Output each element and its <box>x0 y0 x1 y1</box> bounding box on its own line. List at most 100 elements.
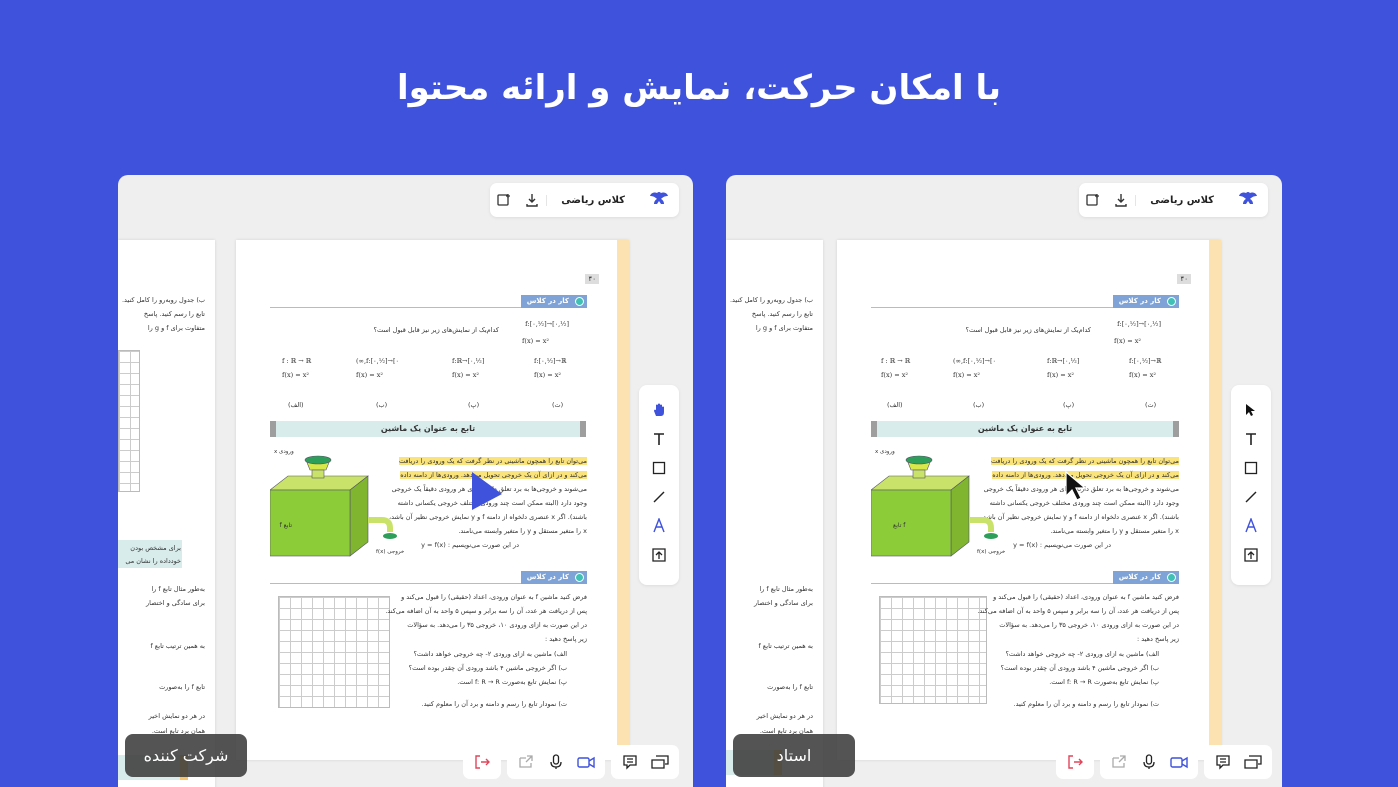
chat-icon[interactable] <box>615 745 645 779</box>
rectangle-tool-icon[interactable] <box>1231 453 1271 482</box>
formula: f(x) = x² <box>1114 337 1141 345</box>
option-formula: f:[۰,½]→[۰,∞) <box>356 357 400 365</box>
section-band: تابع به عنوان یک ماشین <box>871 421 1179 437</box>
divider <box>871 583 1141 584</box>
layout-icon[interactable] <box>645 745 675 779</box>
intro-text: کدام‌یک از نمایش‌های زیر نیز قابل قبول ا… <box>373 326 499 334</box>
upload-icon[interactable] <box>1231 540 1271 569</box>
share-screen-icon[interactable] <box>511 745 541 779</box>
microphone-icon[interactable] <box>1134 745 1164 779</box>
exercise-line: ب) اگر خروجی ماشین ۴ باشد ورودی آن چقدر … <box>408 664 567 672</box>
upload-icon[interactable] <box>639 540 679 569</box>
camera-icon[interactable] <box>571 745 601 779</box>
book-page: ۴۰ کار در کلاس کدام‌یک از نمایش‌های زیر … <box>837 240 1221 760</box>
coordinate-grid <box>278 596 390 708</box>
exercise-line: زیر پاسخ دهید : <box>1136 635 1179 643</box>
option-formula: f(x) = x² <box>953 371 980 379</box>
side-grid <box>118 350 140 492</box>
line-tool-icon[interactable] <box>1231 482 1271 511</box>
highlight-text-icon[interactable] <box>639 511 679 540</box>
exit-icon[interactable] <box>467 745 497 779</box>
choice-label: (ت) <box>552 401 564 409</box>
exercise-line: فرض کنید ماشین f به عنوان ورودی، اعداد (… <box>993 593 1179 601</box>
option-formula: f:[۰,½]→ℝ <box>1129 357 1162 365</box>
option-formula: f:ℝ→[۰,½] <box>452 357 485 365</box>
exercise-line: پ) نمایش تابع به‌صورت f: R → R است. <box>457 678 567 686</box>
line-tool-icon[interactable] <box>639 482 679 511</box>
exit-icon[interactable] <box>1060 745 1090 779</box>
input-label: ورودی x <box>875 449 895 455</box>
bottom-toolbar <box>1056 745 1272 779</box>
page-number: ۴۰ <box>1177 274 1191 284</box>
side-text: برای سادگی و اختصار <box>753 599 813 607</box>
exercise-line: الف) ماشین به ازای ورودی ۲- چه خروجی خوا… <box>413 650 567 658</box>
class-title: کلاس ریاضی <box>546 194 639 206</box>
share-screen-icon[interactable] <box>1104 745 1134 779</box>
top-toolbar: کلاس ریاضی <box>1079 183 1268 217</box>
cursor-tool-icon[interactable] <box>1231 395 1271 424</box>
role-badge-participant: شرکت کننده <box>125 734 247 777</box>
add-screen-icon[interactable] <box>1079 183 1107 217</box>
chat-icon[interactable] <box>1208 745 1238 779</box>
side-text: در هر دو نمایش اخیر <box>756 712 813 720</box>
exercise-line: ب) اگر خروجی ماشین ۴ باشد ورودی آن چقدر … <box>1000 664 1159 672</box>
choice-label: (ب) <box>376 401 388 409</box>
function-machine-illustration: تابع f <box>871 455 998 557</box>
option-formula: f(x) = x² <box>356 371 383 379</box>
option-formula: f:[۰,½]→ℝ <box>534 357 567 365</box>
side-text: به همین ترتیب تابع f <box>150 642 205 650</box>
section-tag: کار در کلاس <box>520 295 587 308</box>
book-page: ۴۰ کار در کلاس کدام‌یک از نمایش‌های زیر … <box>236 240 629 760</box>
divider <box>871 307 1141 308</box>
input-label: ورودی x <box>274 449 294 455</box>
text-tool-icon[interactable] <box>1231 424 1271 453</box>
choice-label: (الف) <box>288 401 304 409</box>
add-screen-icon[interactable] <box>490 183 518 217</box>
choice-label: (ب) <box>973 401 985 409</box>
side-text: متفاوت برای f و g را <box>755 324 813 332</box>
mouse-cursor-icon <box>1065 470 1087 501</box>
section-tag: کار در کلاس <box>1112 571 1179 584</box>
formula: f(x) = x² <box>522 337 549 345</box>
side-text: تابع را رسم کنید. پاسخ <box>143 310 205 318</box>
page-stripe <box>1209 240 1221 760</box>
page-stripe <box>617 240 629 760</box>
choice-label: (پ) <box>1063 401 1075 409</box>
option-formula: f : ℝ → ℝ <box>881 357 911 365</box>
paragraph-line: باشند). اگر x عنصری دلخواه از دامنه f و … <box>388 513 587 521</box>
drawing-toolbar <box>1231 385 1271 585</box>
exercise-line: زیر پاسخ دهید : <box>544 635 587 643</box>
paragraph-line: می‌توان تابع را همچون ماشینی در نظر گرفت… <box>399 457 587 465</box>
pointer-icon <box>472 472 502 510</box>
text-tool-icon[interactable] <box>639 424 679 453</box>
previous-page: ب) جدول روبه‌رو را کامل کنید. تابع را رس… <box>118 240 215 787</box>
highlight-text-icon[interactable] <box>1231 511 1271 540</box>
exercise-line: ت) نمودار تابع را رسم و دامنه و برد آن ر… <box>421 700 568 708</box>
option-formula: f(x) = x² <box>1047 371 1074 379</box>
svg-text:تابع f: تابع f <box>280 522 293 529</box>
layout-icon[interactable] <box>1238 745 1268 779</box>
side-text: تابع را رسم کنید. پاسخ <box>751 310 813 318</box>
drawing-toolbar <box>639 385 679 585</box>
microphone-icon[interactable] <box>541 745 571 779</box>
download-icon[interactable] <box>518 183 546 217</box>
exercise-line: پس از دریافت هر عدد، آن را سه برابر و سپ… <box>385 607 587 615</box>
option-formula: f(x) = x² <box>282 371 309 379</box>
top-toolbar: کلاس ریاضی <box>490 183 679 217</box>
side-text: برای سادگی و اختصار <box>145 599 205 607</box>
camera-icon[interactable] <box>1164 745 1194 779</box>
paragraph-line: باشند). اگر x عنصری دلخواه از دامنه f و … <box>980 513 1179 521</box>
paragraph-line: x را متغیر مستقل و y را متغیر وابسته می‌… <box>1050 527 1179 535</box>
side-text: به همین ترتیب تابع f <box>758 642 813 650</box>
hand-icon[interactable] <box>639 395 679 424</box>
svg-text:تابع f: تابع f <box>893 522 906 529</box>
section-tag: کار در کلاس <box>1112 295 1179 308</box>
side-text: برای مشخص بودن <box>130 544 181 552</box>
rectangle-tool-icon[interactable] <box>639 453 679 482</box>
divider <box>270 583 549 584</box>
headline: با امکان حرکت، نمایش و ارائه محتوا <box>396 68 1002 108</box>
download-icon[interactable] <box>1107 183 1135 217</box>
side-text: متفاوت برای f و g را <box>147 324 205 332</box>
role-badge-teacher: استاد <box>733 734 855 777</box>
side-text: خودداده را نشان می‌ <box>125 557 181 565</box>
